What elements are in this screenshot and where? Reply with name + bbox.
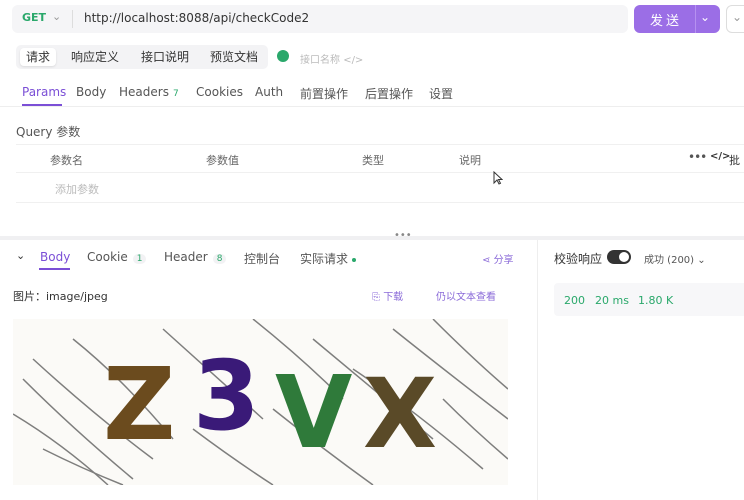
- batch-edit-button[interactable]: 批: [729, 152, 740, 168]
- col-param-type: 类型: [362, 154, 384, 167]
- code-icon[interactable]: </>: [710, 151, 730, 162]
- chevron-down-icon: ⌄: [732, 10, 743, 24]
- pane-splitter[interactable]: [0, 236, 744, 240]
- download-button[interactable]: ⎘ 下载: [372, 288, 403, 303]
- tab-auth[interactable]: Auth: [255, 85, 283, 99]
- tab-api-description[interactable]: 接口说明: [135, 48, 195, 66]
- response-tab-actual-request-label: 实际请求: [300, 252, 349, 266]
- more-actions-button[interactable]: ⌄: [726, 5, 744, 33]
- status-select[interactable]: 成功 (200) ⌄: [644, 251, 706, 266]
- captcha-char: X: [363, 358, 437, 470]
- doc-tabs: 请求 响应定义 接口说明 预览文档: [16, 45, 268, 69]
- divider: [16, 144, 744, 145]
- tab-headers-label: Headers: [119, 85, 169, 99]
- method-select[interactable]: GET: [22, 11, 46, 24]
- more-icon[interactable]: •••: [688, 150, 707, 164]
- response-size: 1.80 K: [638, 294, 674, 307]
- captcha-image: Z 3 V X: [12, 318, 509, 486]
- captcha-char: V: [275, 354, 352, 471]
- active-tab-indicator: [39, 268, 70, 270]
- response-tab-cookie-label: Cookie: [87, 250, 128, 264]
- share-button[interactable]: ⋖ 分享: [482, 251, 514, 266]
- validate-response-label: 校验响应: [554, 252, 603, 266]
- header-count: 8: [212, 254, 227, 264]
- col-param-value: 参数值: [206, 154, 239, 167]
- share-label: 分享: [493, 255, 514, 266]
- api-name-placeholder: 接口名称: [300, 55, 340, 66]
- send-label: 发送: [650, 14, 683, 29]
- globe-icon[interactable]: [277, 50, 289, 62]
- divider: [16, 172, 744, 173]
- query-params-title: Query 参数: [16, 125, 81, 139]
- download-label: 下载: [383, 292, 404, 303]
- response-tab-header-label: Header: [164, 250, 208, 264]
- chevron-down-icon: ⌄: [694, 255, 706, 266]
- captcha-char: 3: [193, 340, 260, 452]
- collapse-chevron-icon[interactable]: ⌄: [16, 249, 25, 262]
- tab-response-definition[interactable]: 响应定义: [65, 48, 125, 66]
- col-param-description: 说明: [459, 154, 481, 167]
- drag-handle-icon[interactable]: •••: [394, 230, 412, 241]
- status-select-value: 成功 (200): [644, 255, 695, 266]
- tab-request[interactable]: 请求: [20, 48, 57, 66]
- content-type-label: 图片：image/jpeg: [13, 290, 108, 303]
- col-param-name: 参数名: [50, 154, 83, 167]
- chevron-down-icon[interactable]: ⌄: [700, 10, 710, 24]
- tab-cookies[interactable]: Cookies: [196, 85, 243, 99]
- divider: [0, 106, 744, 107]
- captcha-graphic: Z 3 V X: [12, 318, 509, 486]
- divider: [16, 202, 744, 203]
- tab-body[interactable]: Body: [76, 85, 106, 99]
- validate-response-toggle[interactable]: [607, 250, 631, 264]
- tab-headers[interactable]: Headers 7: [119, 85, 179, 99]
- response-tab-cookie[interactable]: Cookie 1: [87, 250, 147, 264]
- tab-settings[interactable]: 设置: [429, 85, 453, 102]
- chevron-down-icon[interactable]: ⌄: [52, 10, 61, 23]
- api-name-input[interactable]: 接口名称 </>: [300, 51, 363, 66]
- status-code: 200: [564, 294, 585, 307]
- add-param-input[interactable]: 添加参数: [55, 181, 99, 197]
- url-bar: GET ⌄ http://localhost:8088/api/checkCod…: [12, 5, 628, 33]
- response-tab-header[interactable]: Header 8: [164, 250, 227, 264]
- share-icon: ⋖: [482, 255, 494, 266]
- cookie-count: 1: [132, 254, 147, 264]
- view-as-text-button[interactable]: 仍以文本查看: [436, 288, 496, 303]
- url-input[interactable]: http://localhost:8088/api/checkCode2: [84, 11, 309, 25]
- toggle-knob: [619, 252, 629, 262]
- divider: [72, 10, 73, 28]
- status-dot-icon: [352, 257, 357, 262]
- headers-count: 7: [172, 89, 179, 99]
- tab-params[interactable]: Params: [22, 85, 66, 99]
- response-stats: 200 20 ms 1.80 K: [554, 283, 744, 316]
- captcha-characters: Z 3 V X: [103, 340, 437, 471]
- response-tab-console[interactable]: 控制台: [244, 250, 280, 267]
- response-time: 20 ms: [595, 294, 629, 307]
- send-button[interactable]: 发送 ⌄: [634, 5, 720, 33]
- download-icon: ⎘: [372, 292, 384, 303]
- divider: [695, 5, 696, 33]
- tab-preview-doc[interactable]: 预览文档: [204, 48, 264, 66]
- captcha-char: Z: [103, 346, 176, 463]
- mouse-cursor-icon: [493, 171, 503, 185]
- code-icon: </>: [343, 55, 364, 66]
- response-tab-body[interactable]: Body: [40, 250, 70, 264]
- divider: [537, 240, 538, 500]
- tab-post-processors[interactable]: 后置操作: [365, 85, 413, 102]
- response-tab-actual-request[interactable]: 实际请求: [300, 250, 357, 267]
- tab-pre-processors[interactable]: 前置操作: [300, 85, 348, 102]
